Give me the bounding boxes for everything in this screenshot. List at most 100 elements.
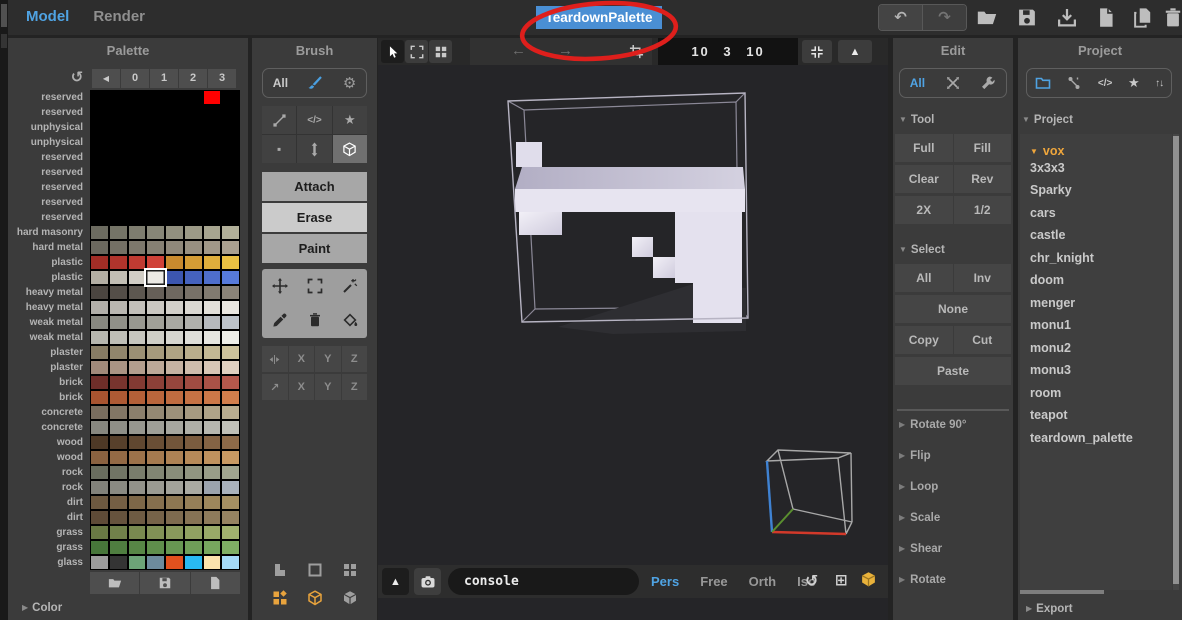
palette-swatch[interactable] bbox=[221, 285, 240, 300]
palette-swatch[interactable] bbox=[165, 510, 184, 525]
palette-swatch[interactable] bbox=[127, 465, 147, 480]
palette-swatch[interactable] bbox=[108, 105, 128, 120]
star-icon[interactable]: ★ bbox=[1128, 75, 1140, 91]
view-mode-free[interactable]: Free bbox=[700, 574, 727, 589]
palette-swatch[interactable] bbox=[108, 375, 128, 390]
palette-open-button[interactable] bbox=[90, 572, 140, 594]
palette-swatch[interactable] bbox=[183, 240, 203, 255]
viewport[interactable]: ← → 10 3 10 ▲ ▲ console Pers Free Orth I… bbox=[378, 38, 888, 620]
history-back-icon[interactable]: ← bbox=[511, 42, 526, 59]
palette-swatch[interactable] bbox=[146, 555, 165, 570]
project-item-room[interactable]: room bbox=[1020, 382, 1172, 405]
palette-swatch[interactable] bbox=[90, 240, 109, 255]
palette-save-button[interactable] bbox=[140, 572, 190, 594]
palette-swatch[interactable] bbox=[90, 405, 109, 420]
palette-swatch[interactable] bbox=[108, 90, 128, 105]
palette-swatch[interactable] bbox=[202, 180, 222, 195]
palette-swatch[interactable] bbox=[146, 210, 165, 225]
palette-swatch[interactable] bbox=[221, 90, 240, 105]
palette-swatch[interactable] bbox=[202, 135, 222, 150]
palette-swatch[interactable] bbox=[165, 105, 184, 120]
palette-swatch[interactable] bbox=[108, 135, 128, 150]
palette-swatch[interactable] bbox=[108, 360, 128, 375]
palette-swatch[interactable] bbox=[165, 495, 184, 510]
palette-swatch[interactable] bbox=[202, 435, 222, 450]
palette-swatch[interactable] bbox=[183, 390, 203, 405]
edit-section-flip[interactable]: ▶ Flip bbox=[899, 450, 967, 481]
show-wire-cube-toggle[interactable] bbox=[297, 590, 332, 606]
palette-swatch[interactable] bbox=[202, 90, 222, 105]
palette-swatch[interactable] bbox=[108, 180, 128, 195]
palette-swatch[interactable] bbox=[127, 240, 147, 255]
palette-swatch[interactable] bbox=[202, 225, 222, 240]
model-dimensions[interactable]: 10 3 10 bbox=[658, 38, 798, 65]
palette-swatch[interactable] bbox=[183, 90, 203, 105]
move-icon[interactable] bbox=[271, 278, 288, 294]
palette-swatch[interactable] bbox=[127, 480, 147, 495]
palette-swatch[interactable] bbox=[221, 510, 240, 525]
color-section-toggle[interactable]: ▶ Color bbox=[22, 602, 62, 614]
palette-swatch[interactable] bbox=[127, 285, 147, 300]
palette-swatch[interactable] bbox=[183, 465, 203, 480]
palette-swatch[interactable] bbox=[183, 300, 203, 315]
palette-swatch[interactable] bbox=[221, 135, 240, 150]
palette-swatch[interactable] bbox=[146, 180, 165, 195]
palette-swatch[interactable] bbox=[108, 255, 128, 270]
palette-swatch[interactable] bbox=[202, 300, 222, 315]
palette-swatch[interactable] bbox=[146, 495, 165, 510]
palette-swatch[interactable] bbox=[127, 315, 147, 330]
palette-swatch[interactable] bbox=[127, 90, 147, 105]
mirror-axis-x[interactable]: X bbox=[288, 346, 314, 372]
show-ground-toggle[interactable] bbox=[262, 562, 297, 578]
project-item-sparky[interactable]: Sparky bbox=[1020, 179, 1172, 202]
show-solid-cube-toggle[interactable] bbox=[332, 590, 367, 606]
edit-section-loop[interactable]: ▶ Loop bbox=[899, 481, 967, 512]
view-mode-pers[interactable]: Pers bbox=[651, 574, 679, 589]
palette-swatch[interactable] bbox=[202, 525, 222, 540]
scrollbar-thumb[interactable] bbox=[1020, 590, 1104, 594]
palette-swatch[interactable] bbox=[146, 510, 165, 525]
select-button-copy[interactable]: Copy bbox=[895, 326, 953, 354]
palette-swatch[interactable] bbox=[183, 150, 203, 165]
palette-swatch[interactable] bbox=[127, 420, 147, 435]
palette-swatch[interactable] bbox=[165, 120, 184, 135]
palette-swatch[interactable] bbox=[165, 555, 184, 570]
palette-tab-0[interactable]: 0 bbox=[121, 69, 149, 88]
palette-swatch[interactable] bbox=[146, 345, 165, 360]
palette-swatch[interactable] bbox=[221, 180, 240, 195]
palette-swatch[interactable] bbox=[202, 105, 222, 120]
split-view-icon[interactable]: ⊞ bbox=[835, 571, 848, 589]
palette-swatch[interactable] bbox=[221, 465, 240, 480]
palette-swatch[interactable] bbox=[165, 450, 184, 465]
edit-filter-all[interactable]: All bbox=[910, 76, 925, 90]
palette-swatch[interactable] bbox=[202, 240, 222, 255]
palette-swatch[interactable] bbox=[146, 405, 165, 420]
tool-button-rev[interactable]: Rev bbox=[953, 165, 1011, 193]
export-section-toggle[interactable]: ▶ Export bbox=[1026, 603, 1073, 615]
loop-axis-y[interactable]: Y bbox=[315, 374, 341, 400]
palette-swatch[interactable] bbox=[90, 420, 109, 435]
palette-tab-3[interactable]: 3 bbox=[208, 69, 236, 88]
palette-swatch[interactable] bbox=[202, 480, 222, 495]
palette-swatch[interactable] bbox=[183, 555, 203, 570]
palette-swatch[interactable] bbox=[165, 390, 184, 405]
palette-swatch[interactable] bbox=[90, 135, 109, 150]
viewport-menu-button[interactable]: ▲ bbox=[838, 40, 872, 63]
palette-swatch[interactable] bbox=[127, 510, 147, 525]
palette-swatch[interactable] bbox=[202, 165, 222, 180]
project-item-3x3x3[interactable]: 3x3x3 bbox=[1020, 157, 1172, 180]
palette-swatch[interactable] bbox=[127, 525, 147, 540]
palette-swatch[interactable] bbox=[127, 330, 147, 345]
palette-swatch[interactable] bbox=[90, 435, 109, 450]
console-input[interactable] bbox=[448, 568, 639, 595]
project-item-monu2[interactable]: monu2 bbox=[1020, 337, 1172, 360]
palette-swatch[interactable] bbox=[146, 285, 165, 300]
palette-swatch[interactable] bbox=[108, 330, 128, 345]
reset-view-icon[interactable]: ↺ bbox=[805, 571, 818, 591]
palette-swatch[interactable] bbox=[90, 180, 109, 195]
mirror-axis-y[interactable]: Y bbox=[315, 346, 341, 372]
palette-swatch[interactable] bbox=[221, 420, 240, 435]
palette-swatch[interactable] bbox=[183, 270, 203, 285]
select-button-cut[interactable]: Cut bbox=[953, 326, 1011, 354]
palette-swatch[interactable] bbox=[202, 195, 222, 210]
